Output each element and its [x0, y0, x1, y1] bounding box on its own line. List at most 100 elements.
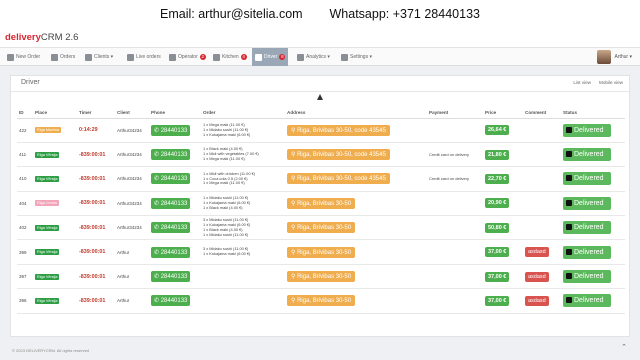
nav-label: Settings ▾: [350, 54, 372, 60]
panel-header: Driver List view Mobile view: [11, 76, 629, 92]
phone-button[interactable]: ✆ 28440133: [151, 295, 191, 307]
comment-badge: asdasd: [525, 247, 549, 258]
client-name[interactable]: Arthur34234: [115, 142, 149, 168]
kitchen-icon: [213, 53, 220, 61]
address-text: Riga, Brivibas 30-50: [297, 274, 352, 281]
status-button[interactable]: Delivered: [563, 148, 611, 162]
timer-cell: -839:00:01: [77, 166, 115, 192]
timer-cell: -839:00:01: [77, 142, 115, 168]
price-badge: 37,00 €: [485, 271, 510, 282]
orders-table: ID Place Timer Client Phone Order Address Payme…: [17, 108, 625, 314]
user-menu[interactable]: Arthur ▾: [597, 48, 632, 66]
status-button[interactable]: Delivered: [563, 245, 611, 259]
mobile-view-button[interactable]: Mobile view: [599, 80, 623, 85]
address-button[interactable]: ⚲ Riga, Brivibas 30-50: [287, 246, 356, 258]
table-row: 399 Riga Vērsija -839:00:01 Arthur ✆ 2844013…: [17, 239, 625, 265]
address-button[interactable]: ⚲ Riga, Brivibas 30-50, code 43545: [287, 149, 390, 161]
nav-label: New Order: [16, 54, 41, 60]
status-button[interactable]: Delivered: [563, 221, 611, 235]
client-name[interactable]: Arthur34234: [115, 166, 149, 192]
nav-orders[interactable]: Orders: [48, 48, 78, 66]
column-header: Phone: [149, 108, 201, 119]
table-row: 404 Riga Centrs -839:00:01 Arthur34234 ✆ 284…: [17, 191, 625, 217]
address-text: Riga, Brivibas 30-50: [297, 298, 352, 305]
app-logo[interactable]: deliveryCRM 2.6: [5, 32, 78, 43]
order-cell: [201, 288, 285, 314]
phone-button[interactable]: ✆ 28440133: [151, 222, 191, 234]
place-badge: Riga Vērsija: [35, 175, 60, 182]
phone-button[interactable]: ✆ 28440133: [151, 149, 191, 161]
nav-live-orders[interactable]: Live orders: [124, 48, 164, 66]
timer-cell: -839:00:01: [77, 288, 115, 314]
address-text: Riga, Brivibas 30-50, code 43545: [297, 176, 386, 183]
order-id: 404: [17, 191, 33, 217]
column-header: ID: [17, 108, 33, 119]
nav-analytics[interactable]: Analytics ▾: [294, 48, 333, 66]
status-button[interactable]: Delivered: [563, 172, 611, 186]
order-cell: 1 x Midaku sushi (11.00 €) 1 x Kukajama m…: [201, 191, 285, 217]
client-name[interactable]: Arthur34234: [115, 215, 149, 241]
client-name[interactable]: Arthur34234: [115, 191, 149, 217]
address-button[interactable]: ⚲ Riga, Brivibas 30-50: [287, 295, 356, 307]
comment-cell: [523, 142, 561, 168]
phone-button[interactable]: ✆ 28440133: [151, 271, 191, 283]
phone-number: 28440133: [160, 298, 188, 305]
order-id: 397: [17, 264, 33, 290]
nav-settings[interactable]: Settings ▾: [338, 48, 375, 66]
count-badge: 4: [240, 54, 247, 60]
place-badge: Riga Vērsija: [35, 273, 60, 280]
phone-button[interactable]: ✆ 28440133: [151, 173, 191, 185]
checkbox-icon: [566, 151, 572, 158]
address-button[interactable]: ⚲ Riga, Brivibas 30-50, code 43545: [287, 124, 390, 136]
address-button[interactable]: ⚲ Riga, Brivibas 30-50: [287, 271, 356, 283]
status-button[interactable]: Delivered: [563, 294, 611, 308]
place-cell: Riga Maxima: [33, 118, 77, 143]
address-button[interactable]: ⚲ Riga, Brivibas 30-50: [287, 197, 356, 209]
payment-method: Credit card on delivery: [427, 142, 483, 168]
nav-clients[interactable]: Clients ▾: [82, 48, 116, 66]
phone-icon: ✆: [154, 152, 161, 159]
status-button[interactable]: Delivered: [563, 196, 611, 210]
checkbox-icon: [566, 175, 572, 182]
status-label: Delivered: [574, 297, 604, 305]
column-header: Address: [285, 108, 427, 119]
avatar[interactable]: [597, 50, 612, 64]
client-name[interactable]: Arthur: [115, 288, 149, 314]
place-badge: Riga Vērsija: [35, 249, 60, 256]
client-name[interactable]: Arthur34234: [115, 118, 149, 143]
phone-cell: ✆ 28440133: [149, 264, 201, 290]
place-cell: Riga Vērsija: [33, 264, 77, 290]
nav-label: Live orders: [136, 54, 161, 60]
phone-number: 28440133: [160, 152, 188, 159]
order-cell: [201, 264, 285, 290]
payment-method: [427, 215, 483, 241]
phone-button[interactable]: ✆ 28440133: [151, 197, 191, 209]
column-header: Status: [561, 108, 625, 119]
nav-kitchen[interactable]: Kitchen 4: [210, 48, 250, 66]
status-button[interactable]: Delivered: [563, 123, 611, 137]
payment-method: Credit card on delivery: [427, 166, 483, 192]
price-badge: 21,80 €: [485, 149, 510, 160]
phone-button[interactable]: ✆ 28440133: [151, 246, 191, 258]
checkbox-icon: [566, 297, 572, 304]
table-row: 397 Riga Vērsija -839:00:01 Arthur ✆ 2844013…: [17, 264, 625, 290]
user-name[interactable]: Arthur ▾: [614, 54, 632, 60]
status-cell: Delivered: [561, 288, 625, 314]
phone-cell: ✆ 28440133: [149, 118, 201, 143]
nav-new-order[interactable]: New Order: [4, 48, 43, 66]
address-button[interactable]: ⚲ Riga, Brivibas 30-50: [287, 222, 356, 234]
nav-driver[interactable]: Driver 8: [252, 48, 289, 66]
status-button[interactable]: Delivered: [563, 270, 611, 284]
status-label: Delivered: [574, 199, 604, 207]
list-view-button[interactable]: List view: [573, 80, 591, 85]
address-button[interactable]: ⚲ Riga, Brivibas 30-50, code 43545: [287, 173, 390, 185]
price-cell: 37,00 €: [483, 239, 523, 265]
phone-button[interactable]: ✆ 28440133: [151, 124, 191, 136]
comment-cell: [523, 191, 561, 217]
nav-operator[interactable]: Operator 2: [166, 48, 209, 66]
timer-value: -839:00:01: [79, 200, 106, 207]
order-cell: 3 x Midaku sushi (11.00 €) 1 x Kukajama m…: [201, 239, 285, 265]
client-name[interactable]: Arthur: [115, 239, 149, 265]
scroll-up-icon[interactable]: ⌃: [620, 344, 628, 352]
client-name[interactable]: Arthur: [115, 264, 149, 290]
